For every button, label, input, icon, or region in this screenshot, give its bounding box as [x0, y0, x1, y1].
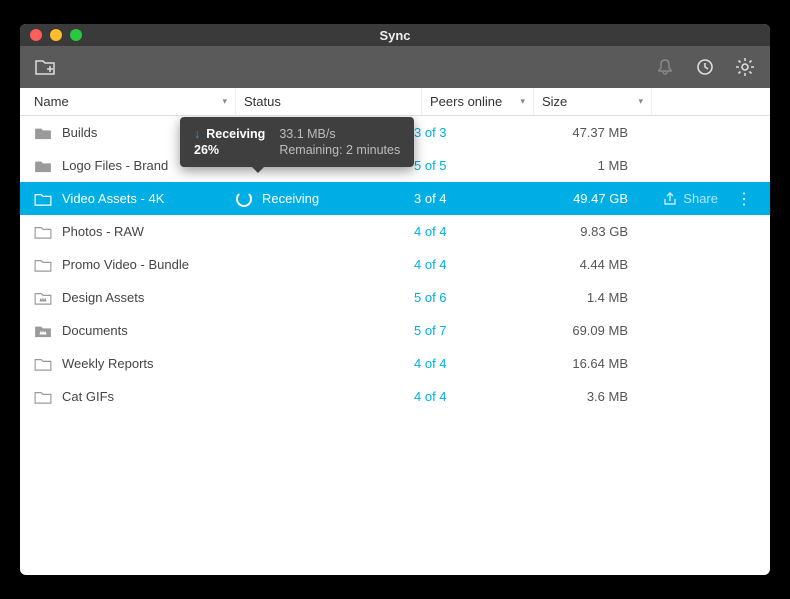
folder-icon: [34, 357, 52, 371]
cell-name: Video Assets - 4K: [34, 191, 236, 206]
sort-icon: ▾: [520, 96, 525, 107]
column-header-actions: [660, 88, 748, 115]
folder-icon: [34, 225, 52, 239]
cell-name: Promo Video - Bundle: [34, 257, 236, 272]
settings-button[interactable]: [734, 56, 756, 78]
folder-icon: [34, 291, 52, 305]
cell-peers: 5 of 6: [414, 290, 518, 305]
cell-peers: 4 of 4: [414, 356, 518, 371]
folder-name: Cat GIFs: [62, 389, 114, 404]
folder-icon: [34, 192, 52, 206]
cell-size: 9.83 GB: [518, 224, 628, 239]
column-header-status[interactable]: Status: [244, 88, 422, 115]
folder-icon: [34, 390, 52, 404]
table-row[interactable]: Video Assets - 4K Receiving 3 of 449.47 GB…: [20, 182, 770, 215]
table-row[interactable]: Promo Video - Bundle 4 of 44.44 MB: [20, 248, 770, 281]
table-row[interactable]: Photos - RAW 4 of 49.83 GB: [20, 215, 770, 248]
status-text: Receiving: [262, 191, 319, 206]
cell-size: 47.37 MB: [518, 125, 628, 140]
cell-name: Photos - RAW: [34, 224, 236, 239]
row-menu-button[interactable]: ⋮: [732, 189, 756, 209]
cell-size: 1.4 MB: [518, 290, 628, 305]
folder-list: ↓ Receiving 26% 33.1 MB/s Remaining: 2 m…: [20, 116, 770, 575]
column-label: Status: [244, 94, 281, 109]
add-folder-button[interactable]: [34, 56, 56, 78]
tooltip-percent: 26%: [194, 143, 219, 157]
column-label: Peers online: [430, 94, 502, 109]
cell-name: Documents: [34, 323, 236, 338]
table-row[interactable]: Design Assets 5 of 61.4 MB: [20, 281, 770, 314]
download-arrow-icon: ↓: [194, 127, 200, 141]
add-folder-icon: [35, 58, 55, 76]
folder-name: Design Assets: [62, 290, 144, 305]
close-window-button[interactable]: [30, 29, 42, 41]
folder-icon: [34, 258, 52, 272]
cell-peers: 4 of 4: [414, 389, 518, 404]
folder-name: Weekly Reports: [62, 356, 154, 371]
column-headers: Name ▾ Status Peers online ▾ Size ▾: [20, 88, 770, 116]
cell-peers: 5 of 7: [414, 323, 518, 338]
folder-name: Logo Files - Brand: [62, 158, 168, 173]
folder-name: Promo Video - Bundle: [62, 257, 189, 272]
cell-name: Weekly Reports: [34, 356, 236, 371]
cell-size: 3.6 MB: [518, 389, 628, 404]
cell-status: Receiving: [236, 191, 414, 207]
cell-peers: 3 of 3: [414, 125, 518, 140]
cell-size: 4.44 MB: [518, 257, 628, 272]
column-header-peers[interactable]: Peers online ▾: [430, 88, 534, 115]
table-row[interactable]: Cat GIFs 4 of 43.6 MB: [20, 380, 770, 413]
minimize-window-button[interactable]: [50, 29, 62, 41]
cell-size: 1 MB: [518, 158, 628, 173]
tooltip-label: Receiving: [206, 127, 265, 141]
share-label: Share: [683, 191, 718, 206]
sort-icon: ▾: [638, 96, 643, 107]
cell-size: 16.64 MB: [518, 356, 628, 371]
titlebar: Sync: [20, 24, 770, 46]
folder-icon: [34, 159, 52, 173]
notifications-button[interactable]: [654, 56, 676, 78]
table-row[interactable]: Documents 5 of 769.09 MB: [20, 314, 770, 347]
history-button[interactable]: [694, 56, 716, 78]
column-header-size[interactable]: Size ▾: [542, 88, 652, 115]
folder-icon: [34, 324, 52, 338]
toolbar: [20, 46, 770, 88]
folder-icon: [34, 126, 52, 140]
column-label: Name: [34, 94, 69, 109]
bell-icon: [656, 58, 674, 76]
window-controls: [30, 29, 82, 41]
column-header-name[interactable]: Name ▾: [34, 88, 236, 115]
cell-size: 49.47 GB: [518, 191, 628, 206]
clock-icon: [696, 58, 714, 76]
folder-name: Photos - RAW: [62, 224, 144, 239]
cell-name: Cat GIFs: [34, 389, 236, 404]
cell-actions: Share ⋮: [628, 189, 756, 209]
cell-peers: 5 of 5: [414, 158, 518, 173]
folder-name: Builds: [62, 125, 97, 140]
cell-peers: 3 of 4: [414, 191, 518, 206]
app-window: Sync: [20, 24, 770, 575]
receiving-tooltip: ↓ Receiving 26% 33.1 MB/s Remaining: 2 m…: [180, 117, 414, 167]
cell-size: 69.09 MB: [518, 323, 628, 338]
share-button[interactable]: Share: [663, 191, 718, 206]
table-row[interactable]: Weekly Reports 4 of 416.64 MB: [20, 347, 770, 380]
tooltip-speed: 33.1 MB/s: [279, 127, 400, 141]
cell-name: Design Assets: [34, 290, 236, 305]
gear-icon: [735, 57, 755, 77]
share-icon: [663, 192, 677, 206]
zoom-window-button[interactable]: [70, 29, 82, 41]
window-title: Sync: [20, 28, 770, 43]
spinner-icon: [236, 191, 252, 207]
folder-name: Video Assets - 4K: [62, 191, 164, 206]
tooltip-remaining: Remaining: 2 minutes: [279, 143, 400, 157]
cell-peers: 4 of 4: [414, 257, 518, 272]
column-label: Size: [542, 94, 567, 109]
sort-icon: ▾: [222, 96, 227, 107]
cell-peers: 4 of 4: [414, 224, 518, 239]
folder-name: Documents: [62, 323, 128, 338]
